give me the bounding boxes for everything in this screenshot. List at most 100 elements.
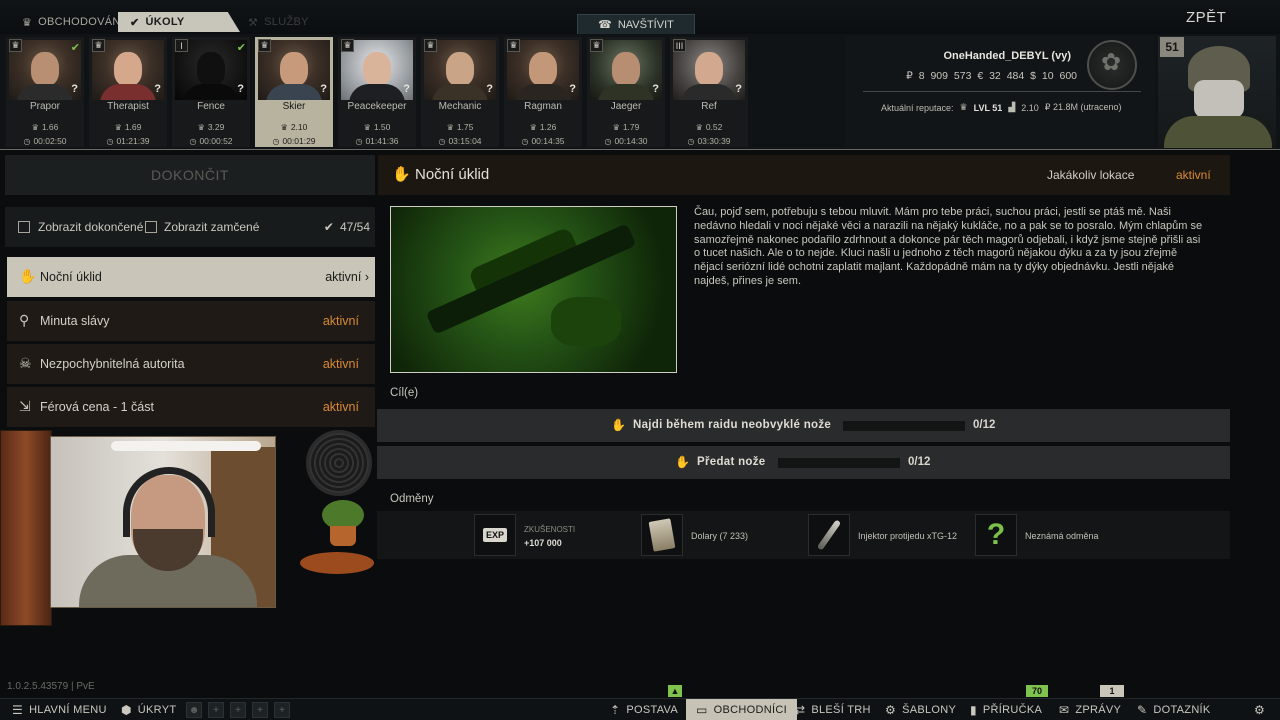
clock-icon: ◷ [521, 137, 529, 146]
quest-name: Nezpochybnitelná autorita [40, 357, 185, 371]
trader-rep: ♛ 0.52 [695, 122, 723, 132]
quest-count: ✔ 47/54 [323, 220, 370, 234]
quest-status: aktivní › [325, 270, 369, 284]
trader-rep: ♛ 1.50 [363, 122, 391, 132]
handbook-icon: ▮ [970, 703, 977, 717]
reward-label: Injektor protijedu xTG-12 [858, 531, 958, 541]
clock-icon: ◷ [272, 137, 280, 146]
quest-status: aktivní [322, 400, 359, 414]
reward-value: +107 000 [524, 538, 562, 548]
map-pin-icon: ⚲ [19, 312, 30, 328]
crown-icon: ♛ [446, 123, 454, 132]
trader-card-fence[interactable]: I ✔ ? Fence ♛ 3.29 ◷ 00:00:52 [172, 37, 250, 147]
show-locked-checkbox[interactable] [145, 221, 157, 233]
reward-label: Dolary (7 233) [691, 531, 749, 541]
quick-slot[interactable]: ☻ [186, 702, 202, 718]
clock-icon: ◷ [189, 137, 197, 146]
finish-button[interactable]: DOKONČIT [5, 155, 375, 195]
quest-item-nezpochybnitelna-autorita[interactable]: ☠ Nezpochybnitelná autorita aktivní [7, 344, 375, 384]
trader-card-therapist[interactable]: ♛ ? Therapist ♛ 1.69 ◷ 01:21:39 [89, 37, 167, 147]
visit-button[interactable]: ☎ NAVŠTÍVIT [577, 14, 695, 34]
trader-rep: ♛ 1.26 [529, 122, 557, 132]
trader-card-ref[interactable]: III ? Ref ♛ 0.52 ◷ 03:30:39 [670, 37, 748, 147]
loyalty-icon: III [673, 39, 686, 52]
clock-icon: ◷ [438, 137, 446, 146]
trader-rep: ♛ 1.75 [446, 122, 474, 132]
loyalty-icon: ♛ [258, 39, 271, 52]
survey-button[interactable]: ✎ DOTAZNÍK [1137, 699, 1211, 720]
quick-slot[interactable]: + [252, 702, 268, 718]
phone-icon: ☎ [598, 19, 612, 31]
standing-value: 2.10 [1021, 102, 1039, 113]
visit-label: NAVŠTÍVIT [617, 18, 674, 31]
trader-card-ragman[interactable]: ♛ ? Ragman ♛ 1.26 ◷ 00:14:35 [504, 37, 582, 147]
quick-slot[interactable]: + [208, 702, 224, 718]
clock-icon: ◷ [106, 137, 114, 146]
webcam-plant-decoration [318, 500, 368, 548]
trader-name: Ref [701, 101, 717, 112]
trader-card-mechanic[interactable]: ♛ ? Mechanic ♛ 1.75 ◷ 03:15:04 [421, 37, 499, 147]
settings-button[interactable]: ⚙ [1254, 699, 1265, 720]
trader-card-jaeger[interactable]: ♛ ? Jaeger ♛ 1.79 ◷ 00:14:30 [587, 37, 665, 147]
reward-item[interactable]: ? Neznámá odměna [975, 513, 1139, 557]
character-icon: ⇡ [610, 703, 621, 717]
tab-label: ÚKOLY [145, 16, 185, 28]
hideout-button[interactable]: ⬢ ÚKRYT [121, 699, 176, 720]
trader-logo-icon [1087, 40, 1137, 90]
objective-count: 0/12 [973, 419, 996, 431]
quest-item-ferova-cena[interactable]: ⇲ Férová cena - 1 část aktivní [7, 387, 375, 427]
webcam-locker-decoration [0, 430, 52, 626]
reward-item[interactable]: Injektor protijedu xTG-12 [808, 513, 972, 557]
trader-name: Jaeger [610, 101, 642, 112]
trader-card-prapor[interactable]: ♛ ✔ ? Prapor ♛ 1.66 ◷ 00:02:50 [6, 37, 84, 147]
injector-icon [808, 514, 850, 556]
tab-tasks[interactable]: ✔ ÚKOLY [118, 12, 240, 32]
objective-text: Předat nože [697, 456, 766, 468]
trader-rep: ♛ 1.69 [114, 122, 142, 132]
trader-timer: ◷ 00:14:35 [521, 136, 565, 146]
reward-item[interactable]: EXP ZKUŠENOSTI +107 000 [474, 513, 638, 557]
skull-icon: ☠ [19, 355, 32, 371]
quest-filters: Zobrazit dokončené Zobrazit zamčené ✔ 47… [5, 207, 375, 247]
main-menu-button[interactable]: ☰ HLAVNÍ MENU [12, 699, 107, 720]
reward-label: ZKUŠENOSTI [524, 525, 576, 534]
quest-item-nocni-uklid[interactable]: ✋ Noční úklid aktivní › [7, 257, 375, 297]
crown-icon: ♛ [695, 123, 703, 132]
character-button[interactable]: ⇡ POSTAVA [610, 699, 678, 720]
templates-button[interactable]: ⚙ ŠABLONY [885, 699, 956, 720]
quick-slot[interactable]: + [274, 702, 290, 718]
trader-timer: ◷ 00:14:30 [604, 136, 648, 146]
question-icon: ? [652, 83, 659, 95]
trader-card-peacekeeper[interactable]: ♛ ? Peacekeeper ♛ 1.50 ◷ 01:41:36 [338, 37, 416, 147]
loyalty-icon: ♛ [424, 39, 437, 52]
tab-trading[interactable]: ♛ OBCHODOVÁNÍ [10, 12, 124, 32]
loyalty-icon: ♛ [590, 39, 603, 52]
tab-services[interactable]: ⚒ SLUŽBY [236, 12, 336, 32]
quick-slot[interactable]: + [230, 702, 246, 718]
trader-name: Skier [282, 101, 306, 112]
back-button[interactable]: ZPĚT [1186, 9, 1226, 26]
handbook-button[interactable]: ▮ PŘÍRUČKA [970, 699, 1042, 720]
show-completed-label: Zobrazit dokončené [38, 220, 144, 234]
hideout-icon: ⬢ [121, 703, 132, 717]
tab-label: SLUŽBY [264, 16, 309, 28]
objective-row: ✋ Najdi během raidu neobvyklé nože 0/12 [377, 409, 1230, 442]
tab-label: OBCHODOVÁNÍ [38, 16, 124, 28]
objective-count: 0/12 [908, 456, 931, 468]
loyalty-icon: ♛ [341, 39, 354, 52]
show-completed-checkbox[interactable] [18, 221, 30, 233]
trader-timer: ◷ 01:21:39 [106, 136, 150, 146]
reward-label: Neznámá odměna [1025, 531, 1099, 541]
objectives-label: Cíl(e) [390, 387, 419, 399]
spent-value: ₽ 21.8M (utraceno) [1044, 102, 1122, 112]
crown-icon: ♛ [959, 102, 968, 112]
flea-market-button[interactable]: ⇄ BLEŠÍ TRH [795, 699, 871, 720]
quest-item-minuta-slavy[interactable]: ⚲ Minuta slávy aktivní [7, 301, 375, 341]
messages-icon: ✉ [1059, 703, 1070, 717]
traders-button[interactable]: ▭ OBCHODNÍCI [686, 699, 797, 720]
reward-item[interactable]: Dolary (7 233) [641, 513, 805, 557]
messages-button[interactable]: ✉ ZPRÁVY [1059, 699, 1121, 720]
crown-icon: ♛ [280, 123, 288, 132]
loyalty-icon: ♛ [9, 39, 22, 52]
trader-card-skier[interactable]: ♛ ? Skier ♛ 2.10 ◷ 00:01:29 [255, 37, 333, 147]
